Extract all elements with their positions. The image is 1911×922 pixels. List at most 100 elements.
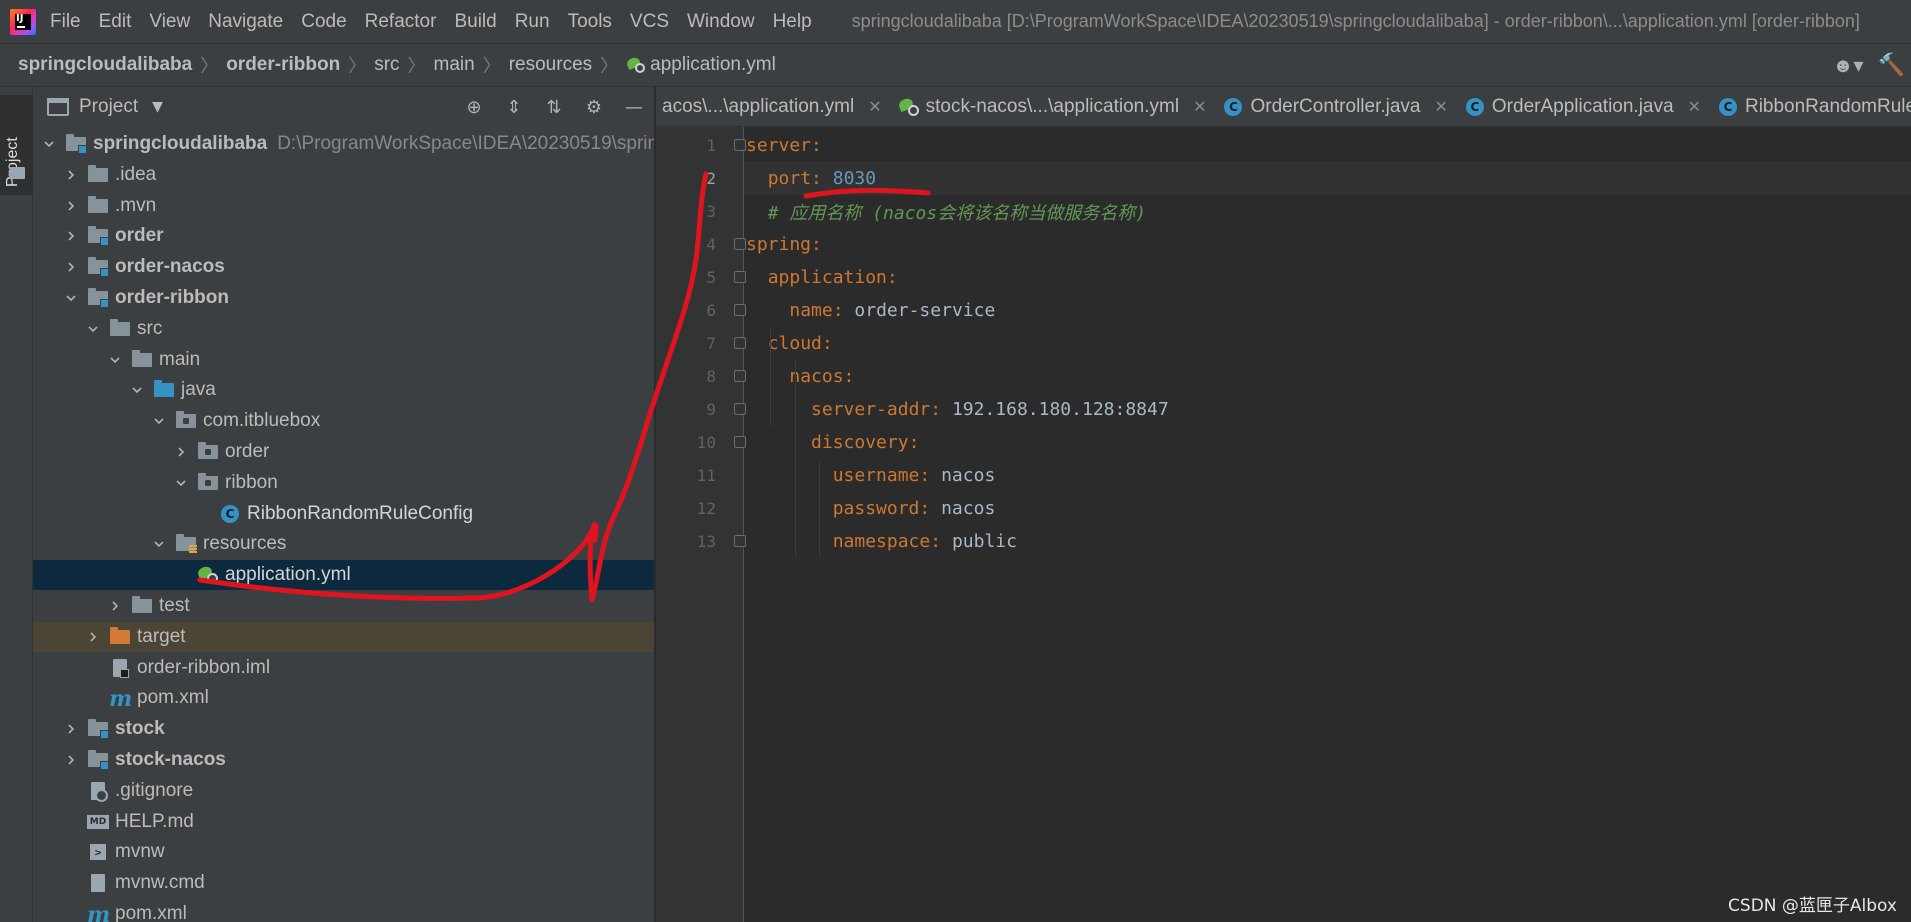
tree-row[interactable]: order-ribbon: [33, 283, 654, 313]
chevron-down-icon[interactable]: [85, 321, 101, 337]
tree-row[interactable]: stock: [33, 714, 654, 744]
chevron-right-icon[interactable]: [85, 629, 101, 645]
code-area[interactable]: server: port: 8030 # 应用名称 (nacos会将该名称当做服…: [744, 127, 1911, 922]
close-icon[interactable]: ✕: [1688, 97, 1701, 117]
tree-row[interactable]: order: [33, 437, 654, 467]
project-view-selector[interactable]: Project: [79, 96, 138, 118]
gear-icon[interactable]: ⚙: [582, 95, 606, 119]
menu-item-tools[interactable]: Tools: [568, 11, 612, 33]
window-title: springcloudalibaba [D:\ProgramWorkSpace\…: [851, 11, 1860, 31]
menu-item-build[interactable]: Build: [454, 11, 496, 33]
java-class-icon: C: [219, 504, 241, 524]
chevron-right-icon[interactable]: [173, 444, 189, 460]
close-icon[interactable]: ✕: [1193, 97, 1206, 117]
project-tool-window-tab[interactable]: Project: [0, 95, 33, 195]
tree-row[interactable]: order: [33, 221, 654, 251]
chevron-right-icon[interactable]: [63, 721, 79, 737]
dropdown-arrow-icon[interactable]: ▼: [152, 99, 163, 115]
tree-row[interactable]: src: [33, 314, 654, 344]
tree-row[interactable]: java: [33, 375, 654, 405]
chevron-down-icon[interactable]: [151, 536, 167, 552]
menu-item-code[interactable]: Code: [301, 11, 346, 33]
close-icon[interactable]: ✕: [1435, 97, 1448, 117]
breadcrumb-separator-icon: 〉: [482, 56, 501, 76]
chevron-down-icon[interactable]: [151, 413, 167, 429]
module-folder-icon: [87, 257, 109, 278]
breadcrumb-item[interactable]: src: [374, 54, 399, 76]
tree-row[interactable]: order-ribbon.iml: [33, 653, 654, 683]
chevron-down-icon[interactable]: [173, 475, 189, 491]
module-folder-icon: [87, 226, 109, 247]
shell-script-icon: >: [87, 842, 109, 862]
menu-item-help[interactable]: Help: [773, 11, 812, 33]
tree-row[interactable]: springcloudalibaba D:\ProgramWorkSpace\ID…: [33, 129, 654, 159]
menu-item-edit[interactable]: Edit: [99, 11, 132, 33]
locate-file-icon[interactable]: ⊕: [462, 95, 486, 119]
hide-panel-icon[interactable]: —: [622, 95, 646, 119]
package-icon: [175, 411, 197, 431]
tree-row[interactable]: C RibbonRandomRuleConfig: [33, 499, 654, 529]
chevron-down-icon[interactable]: [41, 136, 57, 152]
code-line: username: nacos: [744, 459, 1911, 492]
chevron-down-icon[interactable]: [107, 352, 123, 368]
breadcrumb-item[interactable]: main: [434, 54, 475, 76]
tree-row[interactable]: target: [33, 621, 654, 652]
tree-row[interactable]: com.itbluebox: [33, 406, 654, 436]
menu-item-file[interactable]: File: [50, 11, 81, 33]
tree-row[interactable]: resources: [33, 529, 654, 559]
chevron-down-icon[interactable]: [129, 382, 145, 398]
chevron-right-icon[interactable]: [63, 752, 79, 768]
tree-row[interactable]: > mvnw: [33, 837, 654, 867]
collapse-all-icon[interactable]: ⇅: [542, 95, 566, 119]
tree-item-label: java: [181, 379, 216, 401]
chevron-right-icon[interactable]: [107, 598, 123, 614]
tree-row[interactable]: MD HELP.md: [33, 807, 654, 837]
menu-item-refactor[interactable]: Refactor: [365, 11, 437, 33]
chevron-down-icon[interactable]: [63, 290, 79, 306]
editor-tab[interactable]: C OrderController.java ✕: [1216, 87, 1457, 126]
editor-tab-label: OrderController.java: [1250, 95, 1421, 117]
tree-row[interactable]: test: [33, 591, 654, 621]
breadcrumb-item[interactable]: order-ribbon: [226, 54, 340, 76]
tree-item-label: mvnw: [115, 841, 165, 863]
tree-row[interactable]: mvnw.cmd: [33, 868, 654, 898]
tree-row[interactable]: order-nacos: [33, 252, 654, 282]
folder-icon: [9, 167, 25, 179]
chevron-right-icon[interactable]: [63, 167, 79, 183]
yaml-colon: :: [843, 366, 855, 387]
expand-all-icon[interactable]: ⇕: [502, 95, 526, 119]
chevron-right-icon[interactable]: [63, 259, 79, 275]
chevron-right-icon[interactable]: [63, 198, 79, 214]
close-icon[interactable]: ✕: [868, 97, 881, 117]
indent-guide: [770, 327, 771, 426]
menu-item-window[interactable]: Window: [687, 11, 755, 33]
tree-row[interactable]: .gitignore: [33, 776, 654, 806]
chevron-right-icon[interactable]: [63, 228, 79, 244]
tree-row[interactable]: .mvn: [33, 191, 654, 221]
editor-tab[interactable]: C OrderApplication.java ✕: [1458, 87, 1711, 126]
folder-icon: [109, 318, 131, 339]
editor-tab[interactable]: stock-nacos\...\application.yml ✕: [892, 87, 1217, 126]
tree-row[interactable]: m pom.xml: [33, 899, 654, 922]
tree-row[interactable]: application.yml: [33, 560, 654, 591]
build-hammer-icon[interactable]: 🔨: [1878, 52, 1905, 78]
menu-item-navigate[interactable]: Navigate: [208, 11, 283, 33]
menu-item-run[interactable]: Run: [515, 11, 550, 33]
tree-row[interactable]: m pom.xml: [33, 683, 654, 713]
user-account-icon[interactable]: ☻▾: [1833, 53, 1864, 78]
breadcrumb-item[interactable]: resources: [509, 54, 592, 76]
breadcrumb-item[interactable]: springcloudalibaba: [18, 54, 192, 76]
tree-row[interactable]: .idea: [33, 160, 654, 190]
tree-row[interactable]: stock-nacos: [33, 745, 654, 775]
editor-tab[interactable]: CRibbonRandomRuleConfig.java: [1711, 87, 1911, 126]
tree-row[interactable]: main: [33, 345, 654, 375]
menu-item-vcs[interactable]: VCS: [630, 11, 669, 33]
menu-item-view[interactable]: View: [149, 11, 190, 33]
breadcrumb-item[interactable]: application.yml: [650, 54, 776, 76]
code-editor[interactable]: 1 2 3 4 5 6 7 8 9 10 11 12 13 server: port: 8030 # 应…: [656, 127, 1911, 922]
tree-row[interactable]: ribbon: [33, 468, 654, 498]
editor-tab[interactable]: acos\...\application.yml ✕: [656, 87, 892, 126]
